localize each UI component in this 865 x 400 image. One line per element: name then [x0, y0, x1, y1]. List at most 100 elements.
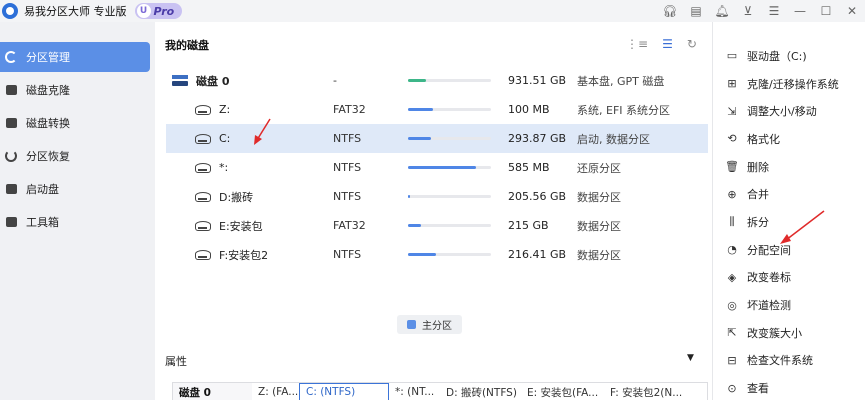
row-type: 还原分区: [577, 161, 621, 175]
usage-bar-fill: [408, 224, 422, 227]
action-view[interactable]: ⊙ 查看: [713, 374, 865, 400]
action-label[interactable]: ◈ 改变卷标: [713, 264, 865, 292]
action-allocate[interactable]: ◔ 分配空间: [713, 236, 865, 264]
disk-map-partition[interactable]: Z: (FA...: [252, 383, 299, 400]
row-size: 216.41 GB: [508, 248, 567, 261]
label-icon: ◈: [727, 270, 737, 284]
properties-label: 属性: [165, 355, 187, 368]
disk-map-partition[interactable]: F: 安装包2(N...: [604, 383, 707, 400]
action-drive[interactable]: ▭ 驱动盘（C:): [713, 42, 865, 70]
usage-bar: [408, 79, 491, 82]
partition-row[interactable]: Z: FAT32 100 MB 系统, EFI 系统分区: [166, 95, 708, 124]
annotation-arrow-left: [254, 118, 271, 145]
action-cluster[interactable]: ⇱ 改变簇大小: [713, 319, 865, 347]
disk-map-partition[interactable]: E: 安装包(FA...: [521, 383, 604, 400]
disk-map-disk[interactable]: 磁盘 0: [173, 383, 252, 400]
tree-view-icon[interactable]: ⋮≡: [626, 37, 648, 51]
partition-icon: [195, 133, 211, 144]
partition-row[interactable]: *: NTFS 585 MB 还原分区: [166, 153, 708, 182]
disk-row[interactable]: 磁盘 0 - 931.51 GB 基本盘, GPT 磁盘: [166, 66, 708, 95]
minimize-icon[interactable]: —: [787, 0, 813, 22]
sidebar-item-label: 工具箱: [26, 216, 59, 229]
action-bad-sector[interactable]: ◎ 坏道检测: [713, 291, 865, 319]
row-filesystem: NTFS: [333, 161, 362, 174]
caret-down-icon[interactable]: ▼: [687, 353, 694, 363]
partition-row[interactable]: D:搬砖 NTFS 205.56 GB 数据分区: [166, 182, 708, 211]
row-type: 启动, 数据分区: [577, 132, 650, 146]
partition-recovery-icon: [4, 149, 18, 163]
close-icon[interactable]: ✕: [839, 0, 865, 22]
page-title: 我的磁盘: [165, 39, 209, 52]
partition-row[interactable]: C: NTFS 293.87 GB 启动, 数据分区: [166, 124, 708, 153]
refresh-icon[interactable]: ↻: [687, 37, 697, 51]
boot-disk-icon: [4, 182, 18, 196]
windows-icon: ⊞: [727, 77, 737, 91]
legend-primary-partition: 主分区: [397, 315, 462, 334]
disk-map-partition[interactable]: D: 搬砖(NTFS): [440, 383, 521, 400]
partition-icon: [195, 191, 211, 202]
action-panel: ▭ 驱动盘（C:) ⊞ 克隆/迁移操作系统 ⇲ 调整大小/移动 ⟲ 格式化 🗑︎ 删除 ⊕ 合并 ⫼ 拆分…: [712, 22, 865, 400]
sidebar-item-boot-disk[interactable]: 启动盘: [0, 174, 150, 204]
usage-bar: [408, 224, 491, 227]
action-label: 驱动盘（C:): [747, 49, 807, 63]
bad-sector-icon: ◎: [727, 298, 737, 312]
row-name-cell: 磁盘 0: [172, 73, 229, 89]
app-title: 易我分区大师 专业版: [24, 5, 127, 18]
sidebar-item-label: 分区恢复: [26, 150, 70, 163]
row-name-cell: Z:: [195, 103, 230, 116]
sidebar-item-disk-convert[interactable]: 磁盘转换: [0, 108, 150, 138]
action-label: 坏道检测: [747, 299, 791, 313]
disk-map-partition[interactable]: *: (NT...: [389, 383, 440, 400]
usage-bar: [408, 253, 491, 256]
title-bar: 易我分区大师 专业版 U Pro 🎧︎ ▤ 🔔︎ ⊻ ☰ — ☐ ✕: [0, 0, 865, 22]
action-split[interactable]: ⫼ 拆分: [713, 208, 865, 236]
row-name: C:: [219, 132, 231, 145]
pie-chart-icon: [4, 50, 18, 64]
app-logo-icon: [2, 3, 18, 19]
row-filesystem: -: [333, 74, 337, 87]
menu-icon[interactable]: ☰: [761, 0, 787, 22]
usage-bar-fill: [408, 195, 410, 198]
row-size: 205.56 GB: [508, 190, 567, 203]
pro-badge-text: Pro: [153, 4, 175, 18]
usage-bar-fill: [408, 79, 427, 82]
allocate-icon: ◔: [727, 243, 737, 257]
action-resize[interactable]: ⇲ 调整大小/移动: [713, 97, 865, 125]
row-name-cell: C:: [195, 132, 230, 145]
disk-map-partition-selected[interactable]: C: (NTFS): [299, 383, 389, 400]
drive-icon: ▭: [726, 49, 738, 63]
sidebar: 分区管理 磁盘克隆 磁盘转换 分区恢复 启动盘 工具箱: [0, 22, 155, 400]
action-format[interactable]: ⟲ 格式化: [713, 125, 865, 153]
bell-icon[interactable]: 🔔︎: [709, 0, 735, 22]
disk-clone-icon: [4, 83, 18, 97]
headset-icon[interactable]: 🎧︎: [657, 0, 683, 22]
action-merge[interactable]: ⊕ 合并: [713, 180, 865, 208]
row-type: 数据分区: [577, 190, 621, 204]
feedback-icon[interactable]: ▤: [683, 0, 709, 22]
row-type: 系统, EFI 系统分区: [577, 103, 671, 117]
row-size: 585 MB: [508, 161, 550, 174]
list-view-icon[interactable]: ☰: [662, 37, 673, 51]
action-windows[interactable]: ⊞ 克隆/迁移操作系统: [713, 70, 865, 98]
pro-badge[interactable]: U Pro: [134, 3, 183, 19]
download-icon[interactable]: ⊻: [735, 0, 761, 22]
maximize-icon[interactable]: ☐: [813, 0, 839, 22]
action-check-fs[interactable]: ⊟ 检查文件系统: [713, 347, 865, 375]
legend-swatch: [407, 320, 416, 329]
action-label: 改变卷标: [747, 271, 791, 285]
sidebar-item-toolbox[interactable]: 工具箱: [0, 207, 150, 237]
action-trash[interactable]: 🗑︎ 删除: [713, 153, 865, 181]
partition-row[interactable]: E:安装包 FAT32 215 GB 数据分区: [166, 211, 708, 240]
sidebar-item-label: 磁盘转换: [26, 117, 70, 130]
partition-row[interactable]: F:安装包2 NTFS 216.41 GB 数据分区: [166, 240, 708, 269]
sidebar-item-disk-clone[interactable]: 磁盘克隆: [0, 75, 150, 105]
row-filesystem: NTFS: [333, 190, 362, 203]
action-label: 格式化: [747, 132, 780, 146]
row-name-cell: D:搬砖: [195, 189, 253, 205]
row-name-cell: E:安装包: [195, 218, 263, 234]
sidebar-item-partition-management[interactable]: 分区管理: [0, 42, 150, 72]
action-label: 拆分: [747, 215, 769, 229]
sidebar-item-partition-recovery[interactable]: 分区恢复: [0, 141, 150, 171]
sidebar-item-label: 磁盘克隆: [26, 84, 70, 97]
format-icon: ⟲: [727, 132, 737, 146]
